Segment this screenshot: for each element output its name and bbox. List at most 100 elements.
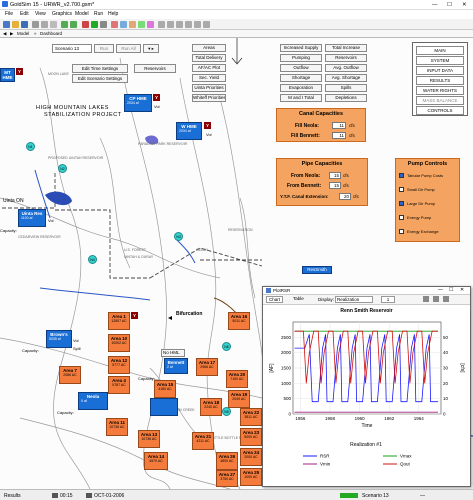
sec-yield-button[interactable]: Sec. Yield [192,74,226,82]
uinta-priorities-button[interactable]: Uinta Priorities [192,84,226,92]
area-19[interactable]: Area 19 2049 AC [228,390,250,408]
reservoir-neola[interactable]: Neola 0 af [78,392,108,410]
chart-tab[interactable]: Chart [266,296,284,303]
scenario-select[interactable]: Scenario 13 [52,44,92,53]
open-icon[interactable] [12,21,19,28]
node-n1[interactable]: N1 [26,142,35,151]
area-1-y-button[interactable]: Y [131,312,138,319]
copy-icon[interactable] [41,21,48,28]
node-n5[interactable]: N5 [222,407,231,416]
dashboard-breadcrumb[interactable]: Dashboard [40,31,62,36]
energy-pump-checkbox[interactable] [399,215,404,220]
container-icon[interactable] [120,21,127,28]
table-tab[interactable]: Table [291,296,306,301]
area-18[interactable]: Area 18 2240 AC [200,398,222,416]
element-icon[interactable] [111,21,118,28]
total-increase-button[interactable]: Total Increase [325,44,367,52]
w-hme-y-button[interactable]: Y [204,122,211,129]
save-icon[interactable] [21,21,28,28]
area-21[interactable]: Area 21 4211 AC [192,432,214,450]
menu-help[interactable]: Help [108,11,118,17]
back-button[interactable]: ◀ [3,31,6,37]
plot-minimize-button[interactable]: — [438,287,443,293]
run-all-button[interactable]: Run All [116,44,141,53]
depletions-button[interactable]: Depletions [325,94,367,102]
area-20[interactable]: Area 20 7150 AC [226,370,248,388]
reservoir-uinta-res[interactable]: Uinta Res 1100 af [18,209,46,227]
menu-view[interactable]: View [35,11,46,17]
area-15[interactable]: Area 15 4180 AC [154,380,176,398]
reservoirs-grid-button[interactable]: Reservoirs [325,54,367,62]
whiteff-priorities-button[interactable]: Whiteff Priorities [192,94,226,102]
reservoir-cp-hme[interactable]: CP HME 2034 af [124,94,152,112]
menu-model[interactable]: Model [75,11,89,17]
properties-icon[interactable] [443,296,449,302]
area-16[interactable]: Area 16 5011 AC [228,312,250,330]
area-7[interactable]: Area 7 2086 AC [59,366,81,384]
total-delivery-button[interactable]: Total Delivery [192,54,226,62]
maximize-button[interactable]: ☐ [447,2,452,8]
avg-outflow-button[interactable]: Avg. Outflow [325,64,367,72]
ytf-extension-input[interactable]: 20 [339,193,351,200]
results-menu-button[interactable]: RESULTS [416,76,464,85]
system-menu-button[interactable]: SYSTEM [416,56,464,65]
mt-hme-y-button[interactable]: Y [16,68,23,75]
menu-edit[interactable]: Edit [20,11,29,17]
m-and-i-total-button[interactable]: M and I Total [280,94,322,102]
display-select[interactable]: Realization [335,296,373,303]
plot-close-button[interactable]: ✕ [460,287,464,293]
shape-icon[interactable] [203,21,210,28]
print-icon[interactable] [423,296,429,302]
edit-time-settings-button[interactable]: Edit Time Settings [72,64,128,73]
menu-graphics[interactable]: Graphics [52,11,72,17]
area-17[interactable]: Area 17 2966 AC [196,358,218,376]
close-button[interactable]: ✕ [462,2,467,8]
res-smith-button[interactable]: ResSmith [302,266,332,274]
areas-button[interactable]: Areas [192,44,226,52]
mass-balance-menu-button[interactable]: MASS BALANCE [416,96,464,105]
stop-icon[interactable] [82,21,89,28]
data-icon[interactable] [129,21,136,28]
area-4[interactable]: Area 4 5787 AC [108,376,130,394]
model-breadcrumb[interactable]: Model [17,31,29,36]
large-dir-pump-checkbox[interactable] [399,201,404,206]
copy-plot-icon[interactable] [433,296,439,302]
area-23[interactable]: Area 23 5000 AC [240,428,262,446]
line-icon[interactable] [194,21,201,28]
function-icon[interactable] [138,21,145,28]
plot-maximize-button[interactable]: ☐ [449,287,453,293]
cp-hme-y-button[interactable]: Y [153,94,160,101]
node-n4[interactable]: N4 [88,255,97,264]
node-n6[interactable]: N6 [222,342,231,351]
avg-shortage-button[interactable]: Avg. Shortage [325,74,367,82]
reservoir-w-hme[interactable]: W HME 2034 af [176,122,202,140]
reservoirs-button[interactable]: Reservoirs [134,64,176,73]
scenario-menu-button[interactable]: ▾ ▸ [143,44,159,53]
step-icon[interactable] [100,21,107,28]
menu-file[interactable]: File [5,11,13,17]
from-bennett-input[interactable]: 15 [329,182,341,189]
text-icon[interactable] [185,21,192,28]
area-10[interactable]: Area 10 10002 AC [108,334,130,352]
input-data-menu-button[interactable]: INPUT DATA [416,66,464,75]
node-n3[interactable]: N3 [174,232,183,241]
undo-icon[interactable] [61,21,68,28]
area-27[interactable]: Area 27 3750 AC [216,470,238,487]
realization-spinner[interactable]: 1 [381,296,395,303]
small-dir-pump-checkbox[interactable] [399,187,404,192]
increased-supply-button[interactable]: Increased Supply [280,44,322,52]
reservoir-montes[interactable] [150,398,178,416]
paste-icon[interactable] [50,21,57,28]
controls-menu-button[interactable]: CONTROLS [416,106,464,115]
node-n2[interactable]: N2 [58,164,67,173]
edit-scenario-settings-button[interactable]: Edit Scenario Settings [72,74,128,83]
reservoir-browns[interactable]: Brown's 5035 af [46,330,72,348]
af-ac-plot-button[interactable]: AF/AC Plot [192,64,226,72]
run-icon[interactable] [91,21,98,28]
area-25[interactable]: Area 25 1000 AC [240,468,262,486]
no-hml-select[interactable]: No HML [161,349,185,357]
grid-icon[interactable] [167,21,174,28]
water-rights-menu-button[interactable]: WATER RIGHTS [416,86,464,95]
reservoir-mt-hme[interactable]: MT HME [0,68,15,82]
new-icon[interactable] [3,21,10,28]
